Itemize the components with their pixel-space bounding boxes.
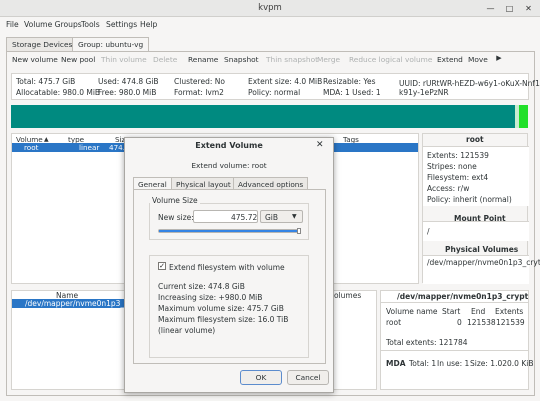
pv-mda-label: MDA (386, 359, 406, 368)
cancel-button[interactable]: Cancel (287, 370, 329, 385)
pv-value: /dev/mapper/nvme0n1p3_cryt (427, 258, 540, 267)
rename-button[interactable]: Rename (188, 55, 218, 64)
pv-mda-total: Total: 1 (409, 359, 437, 368)
vg-resizable: Resizable: Yes (323, 77, 376, 86)
vg-total: Total: 475.7 GiB (16, 77, 76, 86)
vg-extent-size: Extent size: 4.0 MiB (248, 77, 323, 86)
unit-select-value: GiB (265, 213, 279, 222)
extend-fs-checkbox[interactable]: ✓ (158, 262, 166, 270)
lv-stripes: Stripes: none (427, 162, 477, 171)
vg-used: Used: 474.8 GiB (98, 77, 159, 86)
lv-row-type: linear (79, 143, 100, 152)
title-bar: kvpm — □ ✕ (0, 0, 540, 17)
tab-group-ubuntu-vg[interactable]: Group: ubuntu-vg (72, 37, 150, 51)
snapshot-button[interactable]: Snapshot (224, 55, 259, 64)
lv-row-name: root (24, 143, 39, 152)
usage-bar-marker (519, 105, 528, 128)
volume-size-label: Volume Size (150, 196, 200, 205)
chevron-down-icon: ▼ (292, 213, 297, 220)
lv-access: Access: r/w (427, 184, 470, 193)
increasing-size: Increasing size: +980.0 MiB (158, 293, 263, 302)
max-volume-size: Maximum volume size: 475.7 GiB (158, 304, 284, 313)
pv-mda-divider (381, 350, 528, 351)
extend-button[interactable]: Extend (437, 55, 463, 64)
vg-clustered: Clustered: No (174, 77, 225, 86)
new-volume-button[interactable]: New volume (12, 55, 58, 64)
menu-tools[interactable]: Tools (81, 20, 100, 29)
vg-uuid-line1: UUID: rURtWR-hEZD-w6y1-oKuX-Nnf1- (399, 79, 540, 88)
maximize-icon[interactable]: □ (503, 2, 516, 15)
dialog-title: Extend Volume (195, 141, 263, 150)
menu-help[interactable]: Help (140, 20, 157, 29)
move-button[interactable]: Move (468, 55, 488, 64)
menu-settings[interactable]: Settings (106, 20, 137, 29)
ok-button[interactable]: OK (240, 370, 282, 385)
pv-mda-size: Size: 1.020.0 KiB (470, 359, 534, 368)
pv-row-volume: root (386, 318, 402, 327)
pv-total-extents: Total extents: 121784 (386, 338, 468, 347)
mount-point-section (423, 221, 529, 241)
close-icon[interactable]: ✕ (522, 2, 535, 15)
lv-extents: Extents: 121539 (427, 151, 489, 160)
vg-format: Format: lvm2 (174, 88, 224, 97)
pv-col-end: End (471, 307, 486, 316)
size-slider-fill (159, 230, 297, 232)
mount-point-value: / (427, 227, 430, 236)
pv-row-start: 0 (457, 318, 462, 327)
menu-volume-groups[interactable]: Volume Groups (24, 20, 82, 29)
lv-filesystem: Filesystem: ext4 (427, 173, 489, 182)
menu-file[interactable]: File (6, 20, 19, 29)
lv-policy: Policy: inherit (normal) (427, 195, 512, 204)
lv-row-size: 474. (109, 143, 126, 152)
lv-details-title: root (466, 135, 484, 144)
new-size-value: 475.72 (231, 213, 258, 222)
pv-details-title: /dev/mapper/nvme0n1p3_crypt (397, 292, 529, 301)
linear-volume-note: (linear volume) (158, 326, 216, 335)
pv-col-volumes[interactable]: olumes (334, 291, 361, 300)
pv-col-volume-name: Volume name (386, 307, 438, 316)
minimize-icon[interactable]: — (484, 2, 497, 15)
pv-details-divider (381, 302, 528, 303)
extend-fs-label: Extend filesystem with volume (169, 263, 285, 272)
new-pool-button[interactable]: New pool (61, 55, 95, 64)
chevron-right-icon[interactable]: ▶ (493, 52, 505, 64)
thin-snapshot-button[interactable]: Thin snapshot (266, 55, 318, 64)
menu-bar: File Volume Groups Tools Settings Help (0, 17, 540, 34)
reduce-logical-volume-button[interactable]: Reduce logical volume (349, 55, 432, 64)
current-size: Current size: 474.8 GiB (158, 282, 245, 291)
pv-col-start: Start (442, 307, 461, 316)
pv-mda-inuse: In use: 1 (437, 359, 470, 368)
vg-policy: Policy: normal (248, 88, 301, 97)
thin-volume-button[interactable]: Thin volume (101, 55, 147, 64)
vg-mda: MDA: 1 Used: 1 (323, 88, 381, 97)
usage-bar-used[interactable] (11, 105, 515, 128)
dialog-subtitle: Extend volume: root (191, 161, 267, 170)
size-slider-handle[interactable] (297, 228, 301, 234)
vg-allocatable: Allocatable: 980.0 MiB (16, 88, 101, 97)
max-fs-size: Maximum filesystem size: 16.0 TiB (158, 315, 289, 324)
vg-uuid-line2: k91y-1ePzNR (399, 88, 449, 97)
pv-row-extents: 121539 (496, 318, 525, 327)
delete-button[interactable]: Delete (153, 55, 177, 64)
new-size-label: New size: (158, 213, 194, 222)
mount-point-title: Mount Point (454, 214, 506, 223)
window-title: kvpm (258, 3, 282, 13)
pv-title: Physical Volumes (445, 245, 519, 254)
pv-col-extents: Extents (495, 307, 524, 316)
pv-row-end: 121538 (467, 318, 496, 327)
tab-storage-devices[interactable]: Storage Devices (6, 37, 79, 51)
sort-up-icon: ▲ (44, 136, 49, 143)
dialog-close-icon[interactable]: ✕ (316, 140, 324, 150)
vg-free: Free: 980.0 MiB (98, 88, 157, 97)
merge-button[interactable]: Merge (317, 55, 340, 64)
